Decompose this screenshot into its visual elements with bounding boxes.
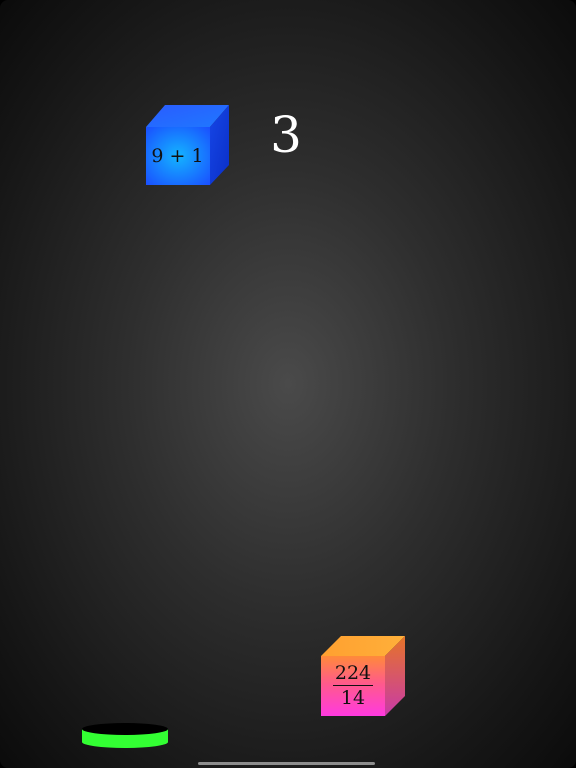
falling-math-block[interactable]: 224 14 bbox=[321, 636, 406, 716]
falling-math-block[interactable]: 9 + 1 bbox=[146, 105, 230, 185]
block-fraction: 224 14 bbox=[321, 656, 385, 716]
catcher-paddle[interactable] bbox=[80, 720, 170, 750]
block-expression: 9 + 1 bbox=[151, 144, 204, 167]
fraction-denominator: 14 bbox=[340, 687, 366, 709]
home-indicator[interactable] bbox=[198, 762, 375, 765]
game-screen[interactable]: 9 + 1 3 224 14 bbox=[0, 0, 576, 768]
score-counter: 3 bbox=[270, 106, 302, 164]
fraction-numerator: 224 bbox=[332, 662, 374, 686]
